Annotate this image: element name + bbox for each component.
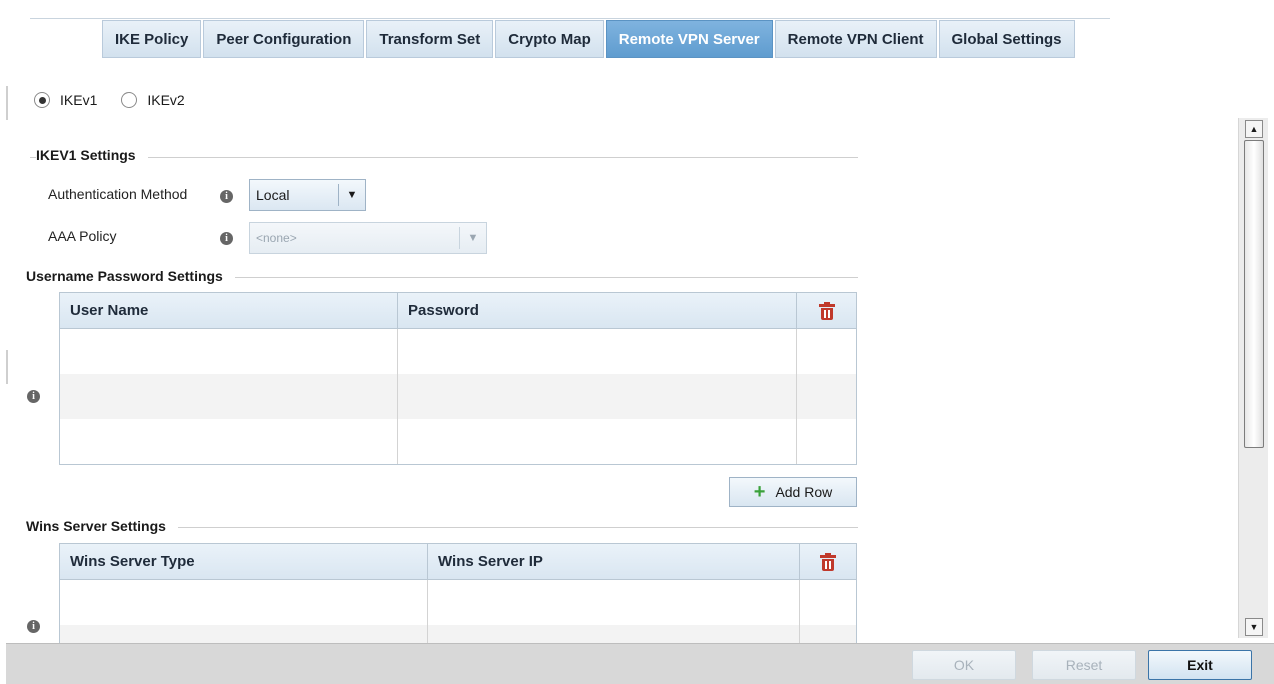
ikev2-label: IKEv2	[147, 92, 185, 108]
table-header: User Name Password	[60, 293, 856, 329]
chevron-down-icon: ▼	[467, 232, 479, 244]
tab-crypto-map[interactable]: Crypto Map	[495, 20, 604, 58]
delete-column-header[interactable]	[797, 293, 856, 328]
tab-global-settings[interactable]: Global Settings	[938, 20, 1075, 58]
exit-button[interactable]: Exit	[1148, 650, 1252, 680]
tab-remote-vpn-server[interactable]: Remote VPN Server	[605, 20, 773, 58]
ike-version-group: IKEv1 IKEv2	[34, 92, 209, 108]
auth-method-label: Authentication Method	[48, 186, 188, 202]
aaa-policy-value: <none>	[256, 231, 297, 245]
left-edge-marker	[6, 350, 8, 384]
username-password-table: User Name Password	[59, 292, 857, 465]
scrollbar-thumb[interactable]	[1244, 140, 1264, 448]
ikev1-settings-title: IKEV1 Settings	[36, 147, 148, 163]
plus-icon: +	[753, 481, 766, 503]
tab-remote-vpn-client[interactable]: Remote VPN Client	[774, 20, 937, 58]
column-header-password[interactable]: Password	[398, 293, 797, 328]
ikev2-radio[interactable]	[121, 92, 138, 108]
column-header-wins-server-type[interactable]: Wins Server Type	[60, 544, 428, 579]
radio-selected-dot	[38, 96, 46, 104]
auth-method-value: Local	[256, 187, 290, 203]
wins-server-info-icon[interactable]: i	[27, 620, 40, 633]
auth-method-info-icon[interactable]: i	[220, 190, 233, 203]
trash-icon[interactable]	[818, 301, 835, 320]
table-row	[60, 580, 856, 625]
wins-server-title: Wins Server Settings	[26, 518, 178, 534]
add-row-button[interactable]: + Add Row	[729, 477, 857, 507]
tab-ike-policy[interactable]: IKE Policy	[102, 20, 202, 58]
table-row	[60, 419, 856, 464]
table-row	[60, 329, 856, 374]
scroll-down-icon[interactable]: ▼	[1245, 618, 1263, 636]
ok-button[interactable]: OK	[912, 650, 1016, 680]
left-edge-marker	[6, 86, 8, 120]
add-row-label: Add Row	[775, 484, 833, 500]
table-header: Wins Server Type Wins Server IP	[60, 544, 856, 580]
tab-bar: IKE Policy Peer Configuration Transform …	[102, 20, 1077, 58]
aaa-policy-select[interactable]: <none> ▼	[249, 222, 487, 254]
scroll-up-icon[interactable]: ▲	[1245, 120, 1263, 138]
table-row	[60, 374, 856, 419]
ikev1-settings-divider	[30, 157, 858, 158]
table-row	[60, 625, 856, 643]
vertical-scrollbar[interactable]: ▲ ▼	[1238, 118, 1268, 638]
chevron-down-icon: ▼	[346, 189, 358, 201]
aaa-policy-info-icon[interactable]: i	[220, 232, 233, 245]
delete-column-header[interactable]	[800, 544, 856, 579]
column-header-wins-server-ip[interactable]: Wins Server IP	[428, 544, 800, 579]
footer-bar: OK Reset Exit	[6, 643, 1274, 684]
column-header-user-name[interactable]: User Name	[60, 293, 398, 328]
ikev1-radio[interactable]	[34, 92, 50, 108]
ikev1-label: IKEv1	[60, 92, 98, 108]
tab-transform-set[interactable]: Transform Set	[366, 20, 494, 58]
wins-server-table: Wins Server Type Wins Server IP	[59, 543, 857, 643]
username-password-title: Username Password Settings	[26, 268, 235, 284]
aaa-policy-label: AAA Policy	[48, 228, 117, 244]
trash-icon[interactable]	[820, 552, 836, 571]
auth-method-select[interactable]: Local ▼	[249, 179, 366, 211]
reset-button[interactable]: Reset	[1032, 650, 1136, 680]
username-password-info-icon[interactable]: i	[27, 390, 40, 403]
tabbar-divider	[30, 18, 1110, 19]
tab-peer-configuration[interactable]: Peer Configuration	[203, 20, 365, 58]
